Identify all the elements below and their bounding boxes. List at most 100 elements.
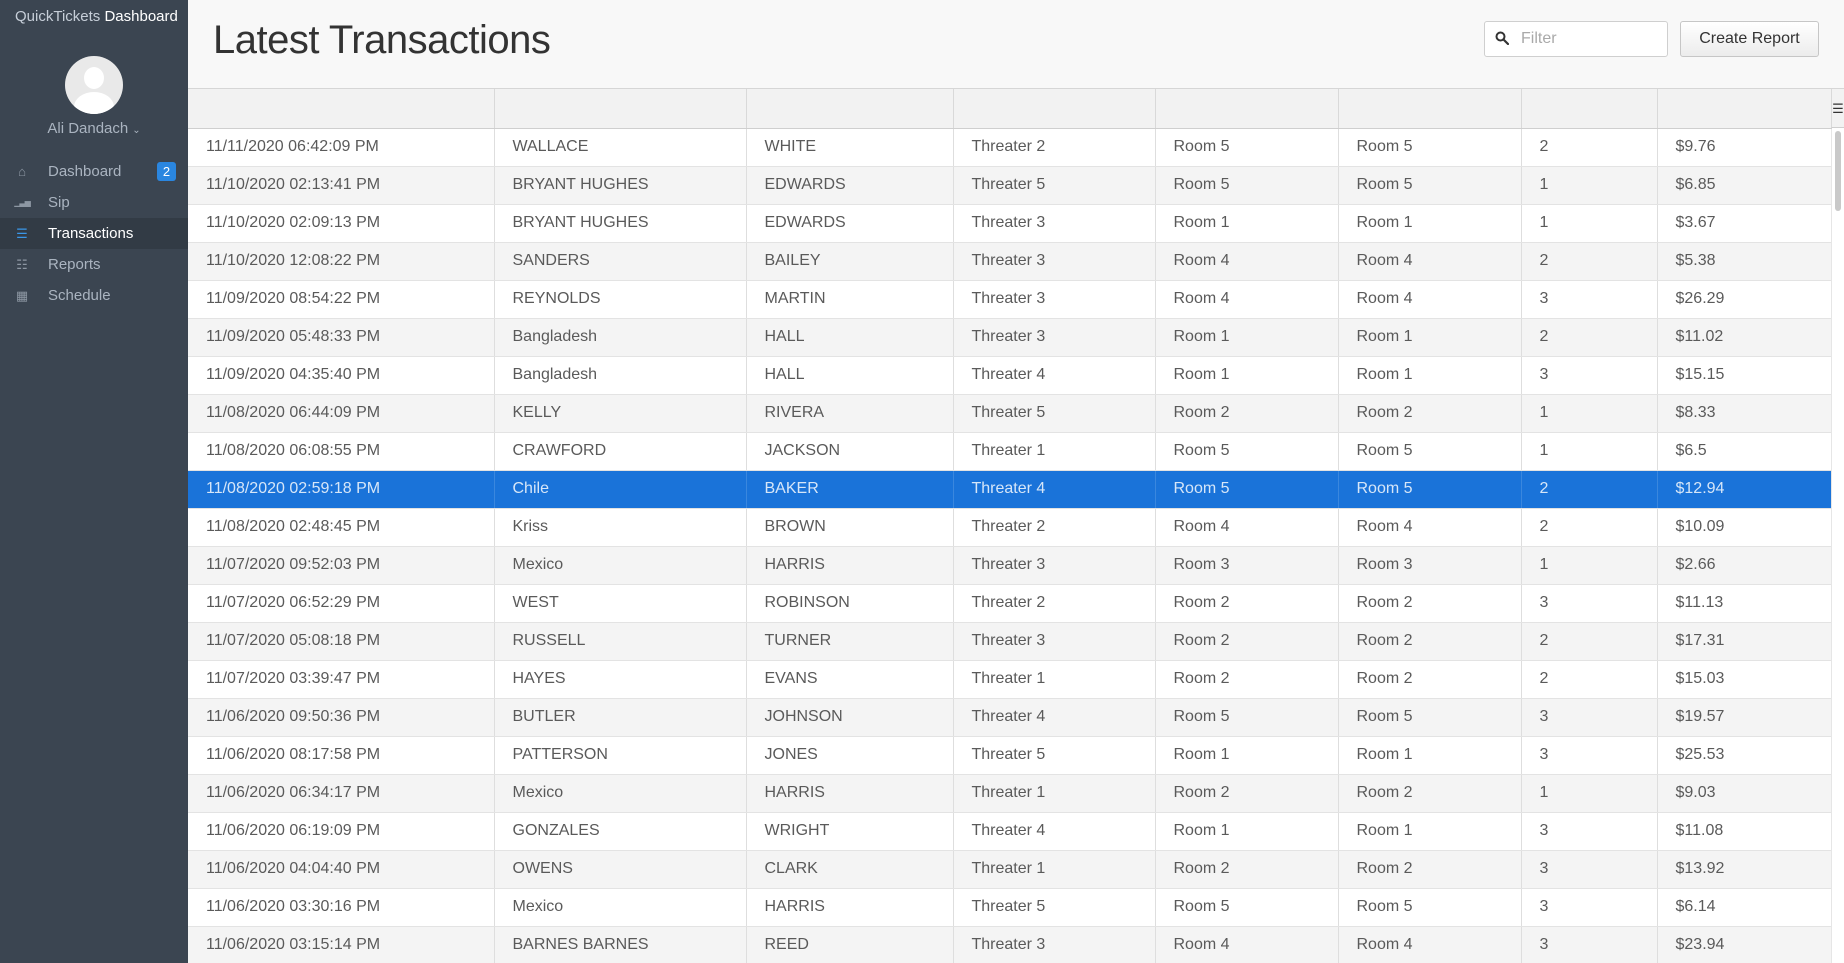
table-cell: 3 [1521, 888, 1658, 927]
table-cell: 2 [1521, 128, 1658, 167]
column-header[interactable] [188, 89, 495, 129]
main-content: Latest Transactions Create Report [188, 0, 1844, 963]
table-cell: CRAWFORD [494, 432, 747, 471]
table-cell: HARRIS [746, 774, 954, 813]
table-cell: $6.5 [1657, 432, 1832, 471]
table-row[interactable]: 11/10/2020 02:13:41 PM BRYANT HUGHES EDWAR… [188, 166, 1832, 205]
table-cell: Room 4 [1338, 508, 1522, 547]
table-row[interactable]: 11/07/2020 03:39:47 PM HAYES EVANS Threater… [188, 660, 1832, 699]
sidebar-item-sip[interactable]: ▁▃▅ Sip [0, 187, 188, 218]
table-cell: WALLACE [494, 128, 747, 167]
table-cell: JOHNSON [746, 698, 954, 737]
table-cell: 3 [1521, 736, 1658, 775]
table-cell: Room 2 [1338, 584, 1522, 623]
table-cell: Threater 5 [953, 394, 1156, 433]
table-cell: Room 5 [1155, 470, 1339, 509]
filter-field[interactable] [1484, 21, 1668, 57]
table-cell: Room 5 [1155, 432, 1339, 471]
table-cell: 11/07/2020 06:52:29 PM [188, 584, 495, 623]
column-header[interactable] [953, 89, 1156, 129]
table-cell: 11/10/2020 02:09:13 PM [188, 204, 495, 243]
table-cell: Room 1 [1155, 812, 1339, 851]
table-cell: 11/06/2020 08:17:58 PM [188, 736, 495, 775]
table-cell: BUTLER [494, 698, 747, 737]
table-cell: BARNES BARNES [494, 926, 747, 963]
table-row[interactable]: 11/08/2020 06:08:55 PM CRAWFORD JACKSON Thr… [188, 432, 1832, 471]
column-header[interactable] [1155, 89, 1339, 129]
table-cell: 11/07/2020 09:52:03 PM [188, 546, 495, 585]
table-cell: EDWARDS [746, 166, 954, 205]
user-menu[interactable]: Ali Dandach ⌄ [0, 120, 188, 137]
table-cell: REED [746, 926, 954, 963]
table-cell: Bangladesh [494, 356, 747, 395]
column-header[interactable] [1521, 89, 1658, 129]
table-row[interactable]: 11/06/2020 06:34:17 PM Mexico HARRIS Threat… [188, 774, 1832, 813]
table-cell: 1 [1521, 166, 1658, 205]
table-cell: Threater 1 [953, 774, 1156, 813]
table-row[interactable]: 11/07/2020 09:52:03 PM Mexico HARRIS Threat… [188, 546, 1832, 585]
table-cell: HAYES [494, 660, 747, 699]
avatar[interactable] [65, 56, 123, 114]
table-cell: 11/06/2020 06:34:17 PM [188, 774, 495, 813]
column-header[interactable] [494, 89, 747, 129]
filter-input[interactable] [1521, 22, 1661, 56]
table-cell: 1 [1521, 432, 1658, 471]
table-cell: 1 [1521, 394, 1658, 433]
table-row[interactable]: 11/10/2020 02:09:13 PM BRYANT HUGHES EDWAR… [188, 204, 1832, 243]
table-row[interactable]: 11/08/2020 02:48:45 PM Kriss BROWN Threater… [188, 508, 1832, 547]
table-cell: $11.13 [1657, 584, 1832, 623]
column-header[interactable] [1657, 89, 1832, 129]
table-cell: 3 [1521, 280, 1658, 319]
table-row[interactable]: 11/07/2020 05:08:18 PM RUSSELL TURNER Threa… [188, 622, 1832, 661]
scrollbar-thumb[interactable] [1835, 131, 1841, 211]
chevron-down-icon: ⌄ [132, 125, 141, 136]
home-icon: ⌂ [18, 164, 26, 179]
sidebar-nav: ⌂ Dashboard 2 ▁▃▅ Sip ☰ Transactions ☷ Reports ▦ S… [0, 156, 188, 311]
table-cell: Room 2 [1155, 584, 1339, 623]
table-row[interactable]: 11/10/2020 12:08:22 PM SANDERS BAILEY Threa… [188, 242, 1832, 281]
transactions-grid: 11/11/2020 06:42:09 PM WALLACE WHITE Threat… [188, 88, 1844, 963]
column-header[interactable] [746, 89, 954, 129]
table-row[interactable]: 11/08/2020 02:59:18 PM Chile BAKER Threater… [188, 470, 1832, 509]
table-cell: 11/06/2020 03:30:16 PM [188, 888, 495, 927]
table-row[interactable]: 11/06/2020 03:30:16 PM Mexico HARRIS Threat… [188, 888, 1832, 927]
table-row[interactable]: 11/11/2020 06:42:09 PM WALLACE WHITE Threat… [188, 128, 1832, 167]
table-cell: Room 1 [1338, 318, 1522, 357]
column-header[interactable] [1338, 89, 1522, 129]
table-cell: Bangladesh [494, 318, 747, 357]
table-cell: Room 3 [1155, 546, 1339, 585]
sidebar-item-transactions[interactable]: ☰ Transactions [0, 218, 188, 249]
create-report-button[interactable]: Create Report [1680, 21, 1819, 57]
table-row[interactable]: 11/09/2020 04:35:40 PM Bangladesh HALL Thre… [188, 356, 1832, 395]
table-cell: 2 [1521, 318, 1658, 357]
table-cell: $10.09 [1657, 508, 1832, 547]
search-icon [1495, 31, 1509, 45]
table-row[interactable]: 11/06/2020 04:04:40 PM OWENS CLARK Threater… [188, 850, 1832, 889]
table-row[interactable]: 11/09/2020 08:54:22 PM REYNOLDS MARTIN Thre… [188, 280, 1832, 319]
column-menu-icon[interactable]: ☰ [1831, 89, 1844, 128]
table-cell: 11/08/2020 02:48:45 PM [188, 508, 495, 547]
vertical-scrollbar[interactable] [1831, 129, 1844, 963]
table-cell: Threater 4 [953, 470, 1156, 509]
table-row[interactable]: 11/06/2020 09:50:36 PM BUTLER JOHNSON Threa… [188, 698, 1832, 737]
table-cell: 3 [1521, 698, 1658, 737]
table-row[interactable]: 11/06/2020 03:15:14 PM BARNES BARNES REED T… [188, 926, 1832, 963]
table-cell: $8.33 [1657, 394, 1832, 433]
table-row[interactable]: 11/08/2020 06:44:09 PM KELLY RIVERA Threate… [188, 394, 1832, 433]
table-row[interactable]: 11/06/2020 08:17:58 PM PATTERSON JONES Thre… [188, 736, 1832, 775]
table-cell: 11/07/2020 05:08:18 PM [188, 622, 495, 661]
table-cell: 2 [1521, 508, 1658, 547]
sidebar-item-reports[interactable]: ☷ Reports [0, 249, 188, 280]
table-row[interactable]: 11/06/2020 06:19:09 PM GONZALES WRIGHT Thre… [188, 812, 1832, 851]
brand: QuickTickets Dashboard [0, 0, 188, 34]
sidebar-item-schedule[interactable]: ▦ Schedule [0, 280, 188, 311]
sidebar-item-label: Reports [48, 256, 101, 273]
sidebar-item-dashboard[interactable]: ⌂ Dashboard 2 [0, 156, 188, 187]
page-title: Latest Transactions [213, 18, 551, 62]
table-row[interactable]: 11/09/2020 05:48:33 PM Bangladesh HALL Thre… [188, 318, 1832, 357]
table-cell: Threater 5 [953, 736, 1156, 775]
table-cell: Room 2 [1338, 774, 1522, 813]
table-cell: 11/08/2020 02:59:18 PM [188, 470, 495, 509]
table-row[interactable]: 11/07/2020 06:52:29 PM WEST ROBINSON Threat… [188, 584, 1832, 623]
table-cell: Threater 4 [953, 812, 1156, 851]
